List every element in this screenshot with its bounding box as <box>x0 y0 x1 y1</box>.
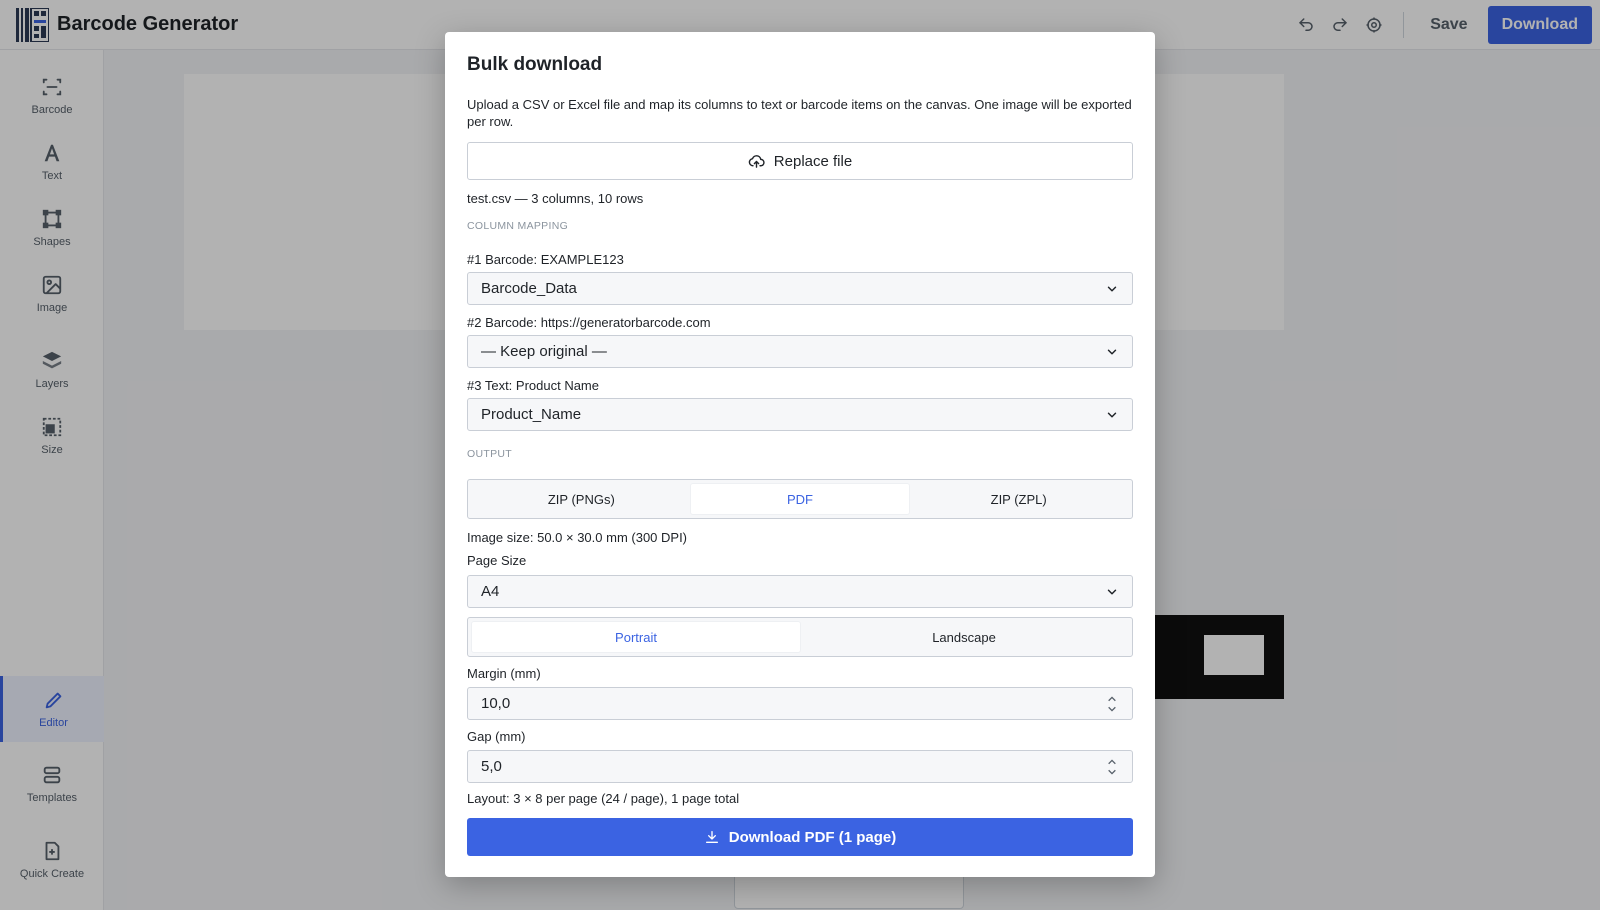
orientation-toggle: Portrait Landscape <box>467 617 1133 657</box>
gap-label: Gap (mm) <box>467 729 526 744</box>
cloud-upload-icon <box>748 154 765 168</box>
page-size-select[interactable]: A4 <box>467 575 1133 608</box>
margin-input[interactable]: 10,0 <box>467 687 1133 720</box>
output-heading: OUTPUT <box>467 448 512 460</box>
dialog-description: Upload a CSV or Excel file and map its c… <box>467 97 1132 129</box>
page-size-label: Page Size <box>467 553 527 568</box>
bulk-download-dialog: Bulk download Upload a CSV or Excel file… <box>445 32 1155 877</box>
select-value: A4 <box>481 583 500 600</box>
gap-value: 5,0 <box>481 758 502 775</box>
file-info: test.csv — 3 columns, 10 rows <box>467 191 644 206</box>
column-mapping-heading: COLUMN MAPPING <box>467 220 569 232</box>
gap-stepper[interactable] <box>1105 758 1119 776</box>
chevron-down-icon[interactable] <box>1107 704 1117 713</box>
replace-file-button[interactable]: Replace file <box>467 142 1133 180</box>
replace-file-label: Replace file <box>773 152 853 170</box>
output-option-zip-png[interactable]: ZIP (PNGs) <box>472 484 691 514</box>
download-pdf-button[interactable]: Download PDF (1 page) <box>467 818 1133 856</box>
output-option-pdf[interactable]: PDF <box>690 484 910 514</box>
orientation-option-portrait[interactable]: Portrait <box>472 622 800 652</box>
select-value: Product_Name <box>481 406 582 423</box>
chevron-down-icon <box>1107 412 1117 417</box>
output-format-toggle: ZIP (PNGs) PDF ZIP (ZPL) <box>467 479 1133 519</box>
mapping-select-2[interactable]: — Keep original — <box>467 335 1133 368</box>
mapping-select-1[interactable]: Barcode_Data <box>467 272 1133 305</box>
image-size-info: Image size: 50.0 × 30.0 mm (300 DPI) <box>467 530 688 545</box>
chevron-up-icon[interactable] <box>1107 695 1117 704</box>
chevron-up-icon[interactable] <box>1107 758 1117 767</box>
download-pdf-label: Download PDF (1 page) <box>728 828 897 846</box>
margin-value: 10,0 <box>481 695 511 712</box>
gap-input[interactable]: 5,0 <box>467 750 1133 783</box>
mapping-label: #2 Barcode: https://generatorbarcode.com <box>467 315 711 330</box>
mapping-label: #1 Barcode: EXAMPLE123 <box>467 252 624 267</box>
layout-info: Layout: 3 × 8 per page (24 / page), 1 pa… <box>467 791 740 806</box>
chevron-down-icon <box>1107 286 1117 291</box>
chevron-down-icon <box>1107 349 1117 354</box>
chevron-down-icon <box>1107 589 1117 594</box>
mapping-label: #3 Text: Product Name <box>467 378 599 393</box>
select-value: Barcode_Data <box>481 280 577 297</box>
chevron-down-icon[interactable] <box>1107 767 1117 776</box>
dialog-title: Bulk download <box>467 54 603 75</box>
margin-label: Margin (mm) <box>467 666 541 681</box>
select-value: — Keep original — <box>481 343 607 360</box>
orientation-option-landscape[interactable]: Landscape <box>800 622 1128 652</box>
mapping-select-3[interactable]: Product_Name <box>467 398 1133 431</box>
margin-stepper[interactable] <box>1105 695 1119 713</box>
output-option-zip-zpl[interactable]: ZIP (ZPL) <box>909 484 1128 514</box>
download-icon <box>705 831 718 843</box>
